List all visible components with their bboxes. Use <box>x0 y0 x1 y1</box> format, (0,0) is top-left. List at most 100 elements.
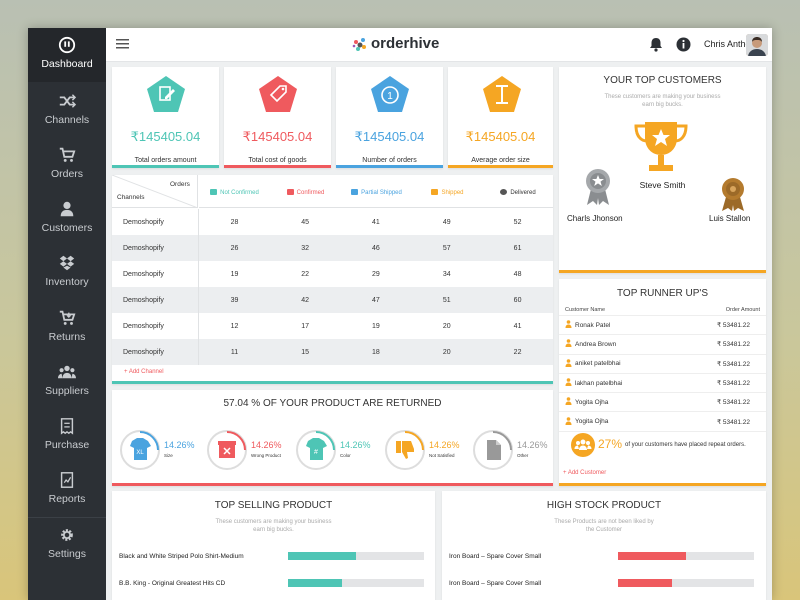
shuffle-icon <box>59 94 77 108</box>
col-customer-name: Customer Name <box>565 307 606 313</box>
subtitle-line: earn big bucks. <box>253 527 294 533</box>
high-stock-subtitle: These Products are not been liked by the … <box>442 518 766 534</box>
sidebar-item-label: Dashboard <box>41 58 93 70</box>
top-selling-item[interactable]: Black and White Striped Polo Shirt-Mediu… <box>112 547 435 567</box>
bronze-medal-icon <box>722 178 744 211</box>
subtitle-line: These Products are not been liked by <box>554 519 654 525</box>
count-cell: 34 <box>442 270 451 278</box>
stat-accent-bar <box>336 165 443 168</box>
stat-accent-bar <box>224 165 331 168</box>
runner-ups-title: TOP RUNNER UP'S <box>616 288 708 299</box>
count-cell: 52 <box>513 218 522 226</box>
high-stock-item[interactable]: Iron Board – Spare Cover Small <box>442 574 766 594</box>
person-icon-cell <box>559 354 572 374</box>
orderhive-logo-icon <box>352 38 366 51</box>
sidebar-item-dashboard[interactable]: Dashboard <box>28 28 106 82</box>
subtitle-line: These customers are making your business <box>215 519 332 525</box>
col-partial-shipped[interactable]: Partial Shipped <box>341 189 412 198</box>
return-pct: 14.26% <box>164 440 195 450</box>
person-icon <box>565 320 572 329</box>
sidebar-item-reports[interactable]: Reports <box>28 463 106 517</box>
sidebar-item-channels[interactable]: Channels <box>28 84 106 138</box>
return-pct: 14.26% <box>340 440 371 450</box>
progress-track <box>618 552 754 560</box>
table-row[interactable]: Demoshopify 26 32 46 57 61 <box>112 235 553 261</box>
avatar[interactable] <box>746 34 768 56</box>
gear-icon <box>61 529 73 541</box>
sidebar-item-settings[interactable]: Settings <box>28 518 106 572</box>
bell-icon[interactable] <box>649 37 663 52</box>
table-row[interactable]: Demoshopify 39 42 47 51 60 <box>112 287 553 313</box>
count-cell: 39 <box>198 287 270 313</box>
table-row[interactable]: Demoshopify 19 22 29 34 48 <box>112 261 553 287</box>
person-icon-cell <box>559 411 572 432</box>
svg-text:1: 1 <box>387 91 393 102</box>
list-item[interactable]: Ronak Patel ₹ 53481.22 <box>559 315 766 336</box>
stat-card-total-orders: ₹145405.04 Total orders amount <box>112 67 219 168</box>
channel-cell: Demoshopify <box>112 261 200 287</box>
hamburger-menu-icon[interactable] <box>116 39 129 49</box>
top-customer-third[interactable]: Luis Stallon <box>709 214 750 223</box>
returns-accent-bar <box>112 483 553 486</box>
corner-channels-label: Channels <box>117 194 145 201</box>
sidebar-item-inventory[interactable]: Inventory <box>28 246 106 300</box>
col-order-amount: Order Amount <box>725 307 760 313</box>
stat-value: ₹145405.04 <box>465 129 536 144</box>
person-icon-cell <box>559 392 572 413</box>
sidebar-item-customers[interactable]: Customers <box>28 192 106 246</box>
sidebar-item-returns[interactable]: Returns <box>28 301 106 355</box>
return-reason-not-satisfied: 14.26% Not Satisfied <box>385 430 475 472</box>
count-cell: 57 <box>411 235 483 261</box>
sidebar-item-orders[interactable]: Orders <box>28 138 106 192</box>
product-name: Iron Board – Spare Cover Small <box>449 553 542 560</box>
list-item[interactable]: Yogita Ojha ₹ 53481.22 <box>559 392 766 413</box>
stat-label: Number of orders <box>362 157 417 164</box>
list-item[interactable]: Andrea Brown ₹ 53481.22 <box>559 334 766 355</box>
corner-diagonal <box>112 175 198 208</box>
truck-icon <box>210 189 218 196</box>
person-icon-cell <box>559 373 572 394</box>
check-circle-icon <box>500 189 508 196</box>
count-cell: 17 <box>301 322 309 330</box>
count-cell: 22 <box>482 339 553 365</box>
product-name: Black and White Striped Polo Shirt-Mediu… <box>119 553 244 560</box>
sidebar-item-suppliers[interactable]: Suppliers <box>28 355 106 409</box>
col-confirmed[interactable]: Confirmed <box>270 189 341 198</box>
users-icon <box>58 365 76 379</box>
dashboard-icon <box>58 36 76 54</box>
gold-trophy-icon <box>634 122 688 171</box>
add-customer-link[interactable]: + Add Customer <box>563 470 606 476</box>
return-label: Wrong Product <box>251 453 281 458</box>
count-cell: 28 <box>230 218 239 226</box>
table-row[interactable]: Demoshopify 28 45 41 49 52 <box>112 209 553 235</box>
sidebar-item-purchase[interactable]: Purchase <box>28 409 106 463</box>
top-customer-second[interactable]: Charls Jhonson <box>567 214 623 223</box>
subtitle-line: the Customer <box>585 527 622 533</box>
add-channel-link[interactable]: + Add Channel <box>124 369 164 375</box>
person-icon <box>565 358 572 367</box>
top-bar: orderhive Chris Anthony <box>106 28 772 62</box>
count-cell: 20 <box>411 339 483 365</box>
progress-fill <box>618 579 673 587</box>
col-delivered[interactable]: Delivered <box>483 189 553 198</box>
sidebar-item-label: Channels <box>44 114 90 126</box>
col-shipped[interactable]: Shipped <box>412 189 483 198</box>
high-stock-item[interactable]: Iron Board – Spare Cover Small <box>442 547 766 567</box>
sidebar-item-label: Orders <box>50 168 84 180</box>
dropbox-icon <box>59 255 75 271</box>
customer-name: Yogita Ojha <box>572 392 671 413</box>
stat-value: ₹145405.04 <box>354 129 425 144</box>
col-not-confirmed[interactable]: Not Confirmed <box>199 189 270 198</box>
customer-name: Ronak Patel <box>572 315 671 336</box>
returns-title: 57.04 % OF YOUR PRODUCT ARE RETURNED <box>223 398 442 409</box>
top-selling-item[interactable]: B.B. King - Original Greatest Hits CD <box>112 574 435 594</box>
progress-track <box>288 552 424 560</box>
table-row[interactable]: Demoshopify 12 17 19 20 41 <box>112 313 553 339</box>
high-stock-title: HIGH STOCK PRODUCT <box>546 500 662 511</box>
list-item[interactable]: Yogita Ojha ₹ 53481.22 <box>559 411 766 432</box>
table-row[interactable]: Demoshopify 11 15 18 20 22 <box>112 339 553 365</box>
info-icon[interactable] <box>676 37 691 52</box>
list-item[interactable]: lakhan patelbhai ₹ 53481.22 <box>559 373 766 394</box>
list-item[interactable]: aniket patelbhai ₹ 53481.22 <box>559 354 766 374</box>
edit-document-icon <box>147 76 185 112</box>
